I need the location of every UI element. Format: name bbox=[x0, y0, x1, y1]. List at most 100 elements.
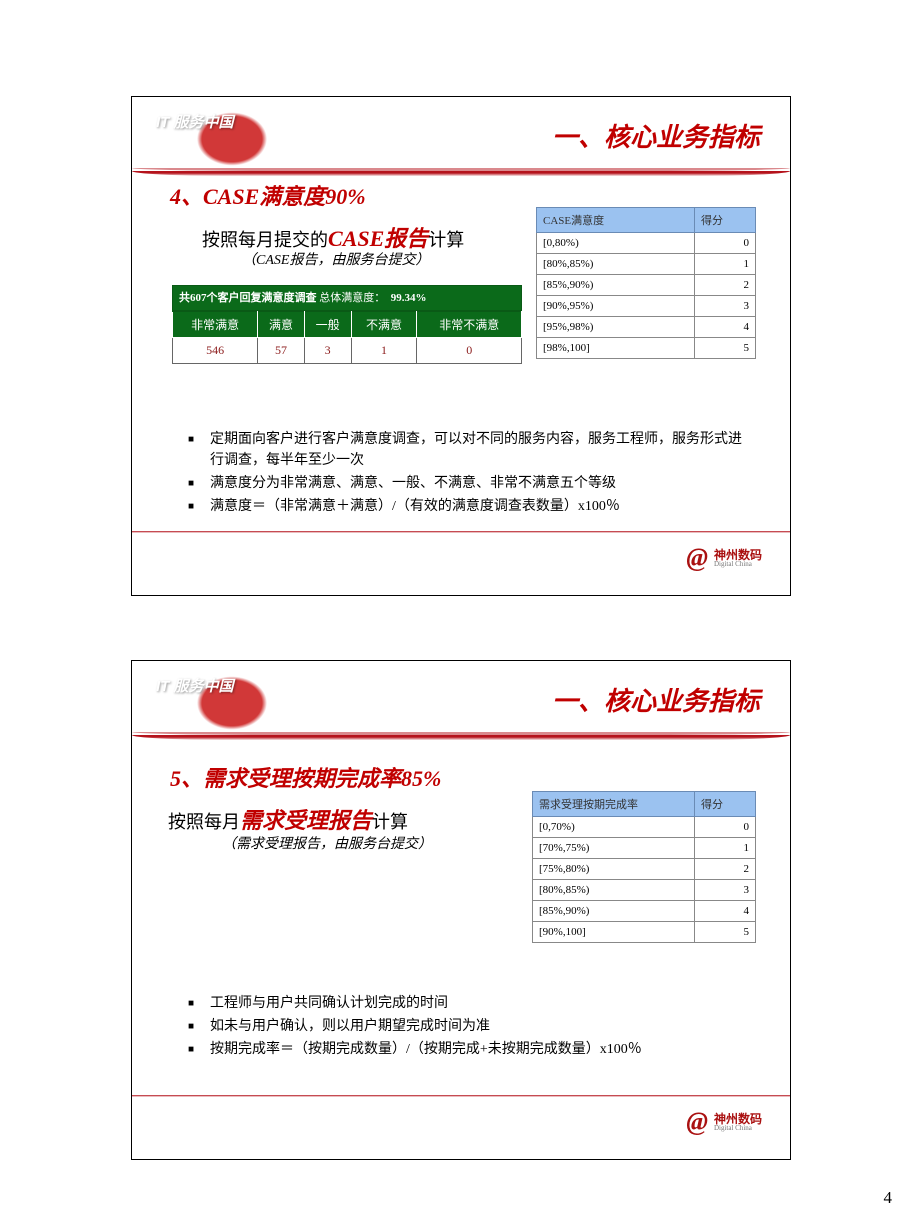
it-badge: IT 服务中国 bbox=[156, 675, 234, 696]
desc-post: 计算 bbox=[372, 812, 408, 832]
score-value: 4 bbox=[695, 317, 756, 338]
bullet-list: 定期面向客户进行客户满意度调查，可以对不同的服务内容，服务工程师，服务形式进行调… bbox=[188, 429, 748, 519]
score-range: [80%,85%) bbox=[533, 880, 695, 901]
survey-table: 非常满意 满意 一般 不满意 非常不满意 546 57 3 1 0 bbox=[172, 311, 522, 364]
score-range: [90%,95%) bbox=[537, 296, 695, 317]
slide-desc-sub: （CASE报告，由服务台提交） bbox=[242, 249, 429, 269]
score-range: [85%,90%) bbox=[533, 901, 695, 922]
table-row: [80%,85%)3 bbox=[533, 880, 756, 901]
score-value: 1 bbox=[695, 254, 756, 275]
logo-cn: 神州数码 bbox=[714, 549, 762, 561]
survey-h: 不满意 bbox=[351, 312, 417, 338]
table-row: [85%,90%)2 bbox=[537, 275, 756, 296]
score-header-score: 得分 bbox=[695, 208, 756, 233]
score-range: [98%,100] bbox=[537, 338, 695, 359]
logo-swirl-icon: @ bbox=[686, 1107, 708, 1137]
table-row: 546 57 3 1 0 bbox=[173, 338, 522, 364]
survey-v: 546 bbox=[173, 338, 258, 364]
score-value: 5 bbox=[695, 922, 756, 943]
score-value: 0 bbox=[695, 233, 756, 254]
table-row: [98%,100]5 bbox=[537, 338, 756, 359]
table-header-row: CASE满意度 得分 bbox=[537, 208, 756, 233]
footer-logo: @ 神州数码 Digital China bbox=[686, 1107, 762, 1137]
survey-h: 非常满意 bbox=[173, 312, 258, 338]
score-header-score: 得分 bbox=[695, 792, 756, 817]
slide-2: IT 服务中国 一、核心业务指标 5、需求受理按期完成率85% 按照每月需求受理… bbox=[131, 660, 791, 1160]
table-row: [80%,85%)1 bbox=[537, 254, 756, 275]
score-range: [75%,80%) bbox=[533, 859, 695, 880]
score-value: 3 bbox=[695, 296, 756, 317]
score-range: [70%,75%) bbox=[533, 838, 695, 859]
score-header-range: CASE满意度 bbox=[537, 208, 695, 233]
list-item: 如未与用户确认，则以用户期望完成时间为准 bbox=[188, 1016, 748, 1037]
table-row: [75%,80%)2 bbox=[533, 859, 756, 880]
slide-subtitle: 4、CASE满意度90% bbox=[170, 179, 366, 211]
footer-divider bbox=[132, 1095, 790, 1097]
survey-v: 3 bbox=[304, 338, 351, 364]
table-row: [70%,75%)1 bbox=[533, 838, 756, 859]
it-badge: IT 服务中国 bbox=[156, 111, 234, 132]
logo-swirl-icon: @ bbox=[686, 543, 708, 573]
survey-pct: 99.34% bbox=[391, 292, 427, 304]
table-header-row: 需求受理按期完成率 得分 bbox=[533, 792, 756, 817]
score-range: [80%,85%) bbox=[537, 254, 695, 275]
survey-summary: 共607个客户回复满意度调查 总体满意度： 99.34% bbox=[172, 285, 522, 311]
survey-h: 满意 bbox=[258, 312, 305, 338]
table-row: [0,70%)0 bbox=[533, 817, 756, 838]
survey-count: 共607个客户回复满意度调查 bbox=[179, 292, 317, 304]
table-row: [95%,98%)4 bbox=[537, 317, 756, 338]
score-value: 1 bbox=[695, 838, 756, 859]
list-item: 满意度＝（非常满意＋满意）/（有效的满意度调查表数量）x100％ bbox=[188, 496, 748, 517]
list-item: 按期完成率＝（按期完成数量）/（按期完成+未按期完成数量）x100％ bbox=[188, 1039, 748, 1060]
survey-block: 共607个客户回复满意度调查 总体满意度： 99.34% 非常满意 满意 一般 … bbox=[172, 285, 522, 364]
score-range: [0,80%) bbox=[537, 233, 695, 254]
list-item: 满意度分为非常满意、满意、一般、不满意、非常不满意五个等级 bbox=[188, 473, 748, 494]
desc-em: CASE报告 bbox=[328, 226, 428, 251]
score-range: [95%,98%) bbox=[537, 317, 695, 338]
score-header-range: 需求受理按期完成率 bbox=[533, 792, 695, 817]
score-range: [90%,100] bbox=[533, 922, 695, 943]
score-value: 5 bbox=[695, 338, 756, 359]
logo-cn: 神州数码 bbox=[714, 1113, 762, 1125]
desc-post: 计算 bbox=[428, 230, 464, 250]
slide-1: IT 服务中国 一、核心业务指标 4、CASE满意度90% 按照每月提交的CAS… bbox=[131, 96, 791, 596]
score-table: 需求受理按期完成率 得分 [0,70%)0 [70%,75%)1 [75%,80… bbox=[532, 791, 756, 943]
desc-pre: 按照每月 bbox=[168, 812, 240, 832]
list-item: 定期面向客户进行客户满意度调查，可以对不同的服务内容，服务工程师，服务形式进行调… bbox=[188, 429, 748, 471]
survey-h: 一般 bbox=[304, 312, 351, 338]
bullet-list: 工程师与用户共同确认计划完成的时间 如未与用户确认，则以用户期望完成时间为准 按… bbox=[188, 993, 748, 1062]
score-table: CASE满意度 得分 [0,80%)0 [80%,85%)1 [85%,90%)… bbox=[536, 207, 756, 359]
score-value: 0 bbox=[695, 817, 756, 838]
survey-label: 总体满意度： bbox=[317, 292, 386, 304]
survey-h: 非常不满意 bbox=[417, 312, 522, 338]
slide-desc: 按照每月需求受理报告计算 bbox=[168, 803, 408, 835]
footer-logo: @ 神州数码 Digital China bbox=[686, 543, 762, 573]
survey-v: 57 bbox=[258, 338, 305, 364]
header-divider bbox=[132, 735, 790, 740]
score-range: [85%,90%) bbox=[537, 275, 695, 296]
survey-v: 1 bbox=[351, 338, 417, 364]
slide-desc-sub: （需求受理报告，由服务台提交） bbox=[222, 833, 432, 853]
list-item: 工程师与用户共同确认计划完成的时间 bbox=[188, 993, 748, 1014]
slide-subtitle: 5、需求受理按期完成率85% bbox=[170, 761, 600, 793]
desc-pre: 按照每月提交的 bbox=[202, 230, 328, 250]
section-title: 一、核心业务指标 bbox=[552, 681, 760, 718]
desc-em: 需求受理报告 bbox=[240, 808, 372, 833]
table-row: [0,80%)0 bbox=[537, 233, 756, 254]
score-value: 2 bbox=[695, 859, 756, 880]
survey-v: 0 bbox=[417, 338, 522, 364]
header-divider bbox=[132, 171, 790, 176]
table-row: [90%,95%)3 bbox=[537, 296, 756, 317]
table-row: [85%,90%)4 bbox=[533, 901, 756, 922]
table-row: [90%,100]5 bbox=[533, 922, 756, 943]
table-header-row: 非常满意 满意 一般 不满意 非常不满意 bbox=[173, 312, 522, 338]
score-range: [0,70%) bbox=[533, 817, 695, 838]
score-value: 2 bbox=[695, 275, 756, 296]
logo-en: Digital China bbox=[714, 561, 762, 568]
page-number: 4 bbox=[884, 1188, 893, 1208]
score-value: 3 bbox=[695, 880, 756, 901]
footer-divider bbox=[132, 531, 790, 533]
section-title: 一、核心业务指标 bbox=[552, 117, 760, 154]
score-value: 4 bbox=[695, 901, 756, 922]
logo-en: Digital China bbox=[714, 1125, 762, 1132]
